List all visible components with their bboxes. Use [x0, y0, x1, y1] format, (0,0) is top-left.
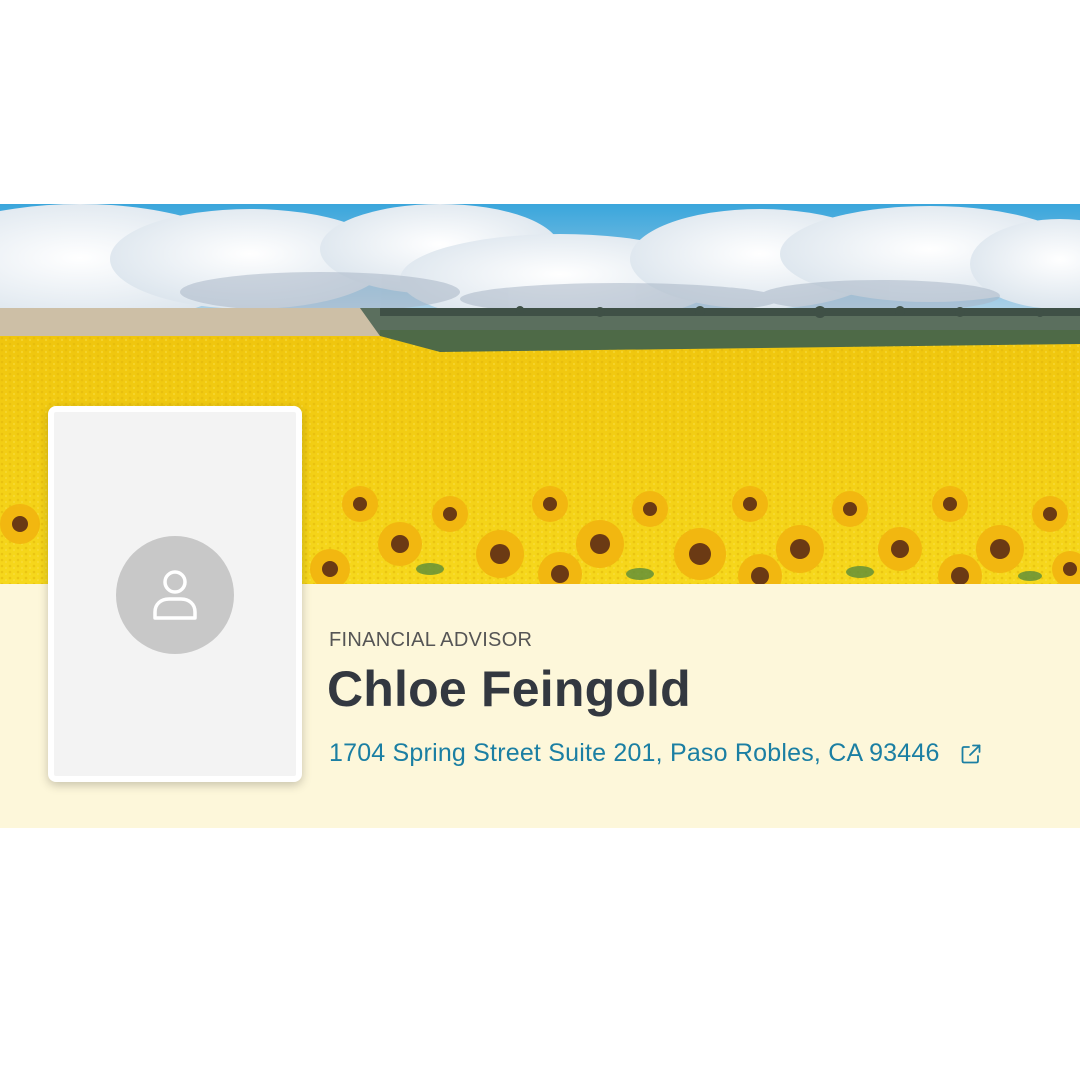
- external-link-icon: [961, 744, 981, 763]
- user-placeholder-icon: [153, 570, 197, 620]
- avatar: [116, 536, 234, 654]
- profile-page: FINANCIAL ADVISOR Chloe Feingold 1704 Sp…: [0, 0, 1080, 1080]
- address-link[interactable]: 1704 Spring Street Suite 201, Paso Roble…: [329, 739, 982, 768]
- profile-photo-card: [48, 406, 302, 782]
- address-text: 1704 Spring Street Suite 201, Paso Roble…: [329, 739, 940, 767]
- advisor-name: Chloe Feingold: [327, 661, 691, 717]
- advisor-role: FINANCIAL ADVISOR: [329, 629, 533, 651]
